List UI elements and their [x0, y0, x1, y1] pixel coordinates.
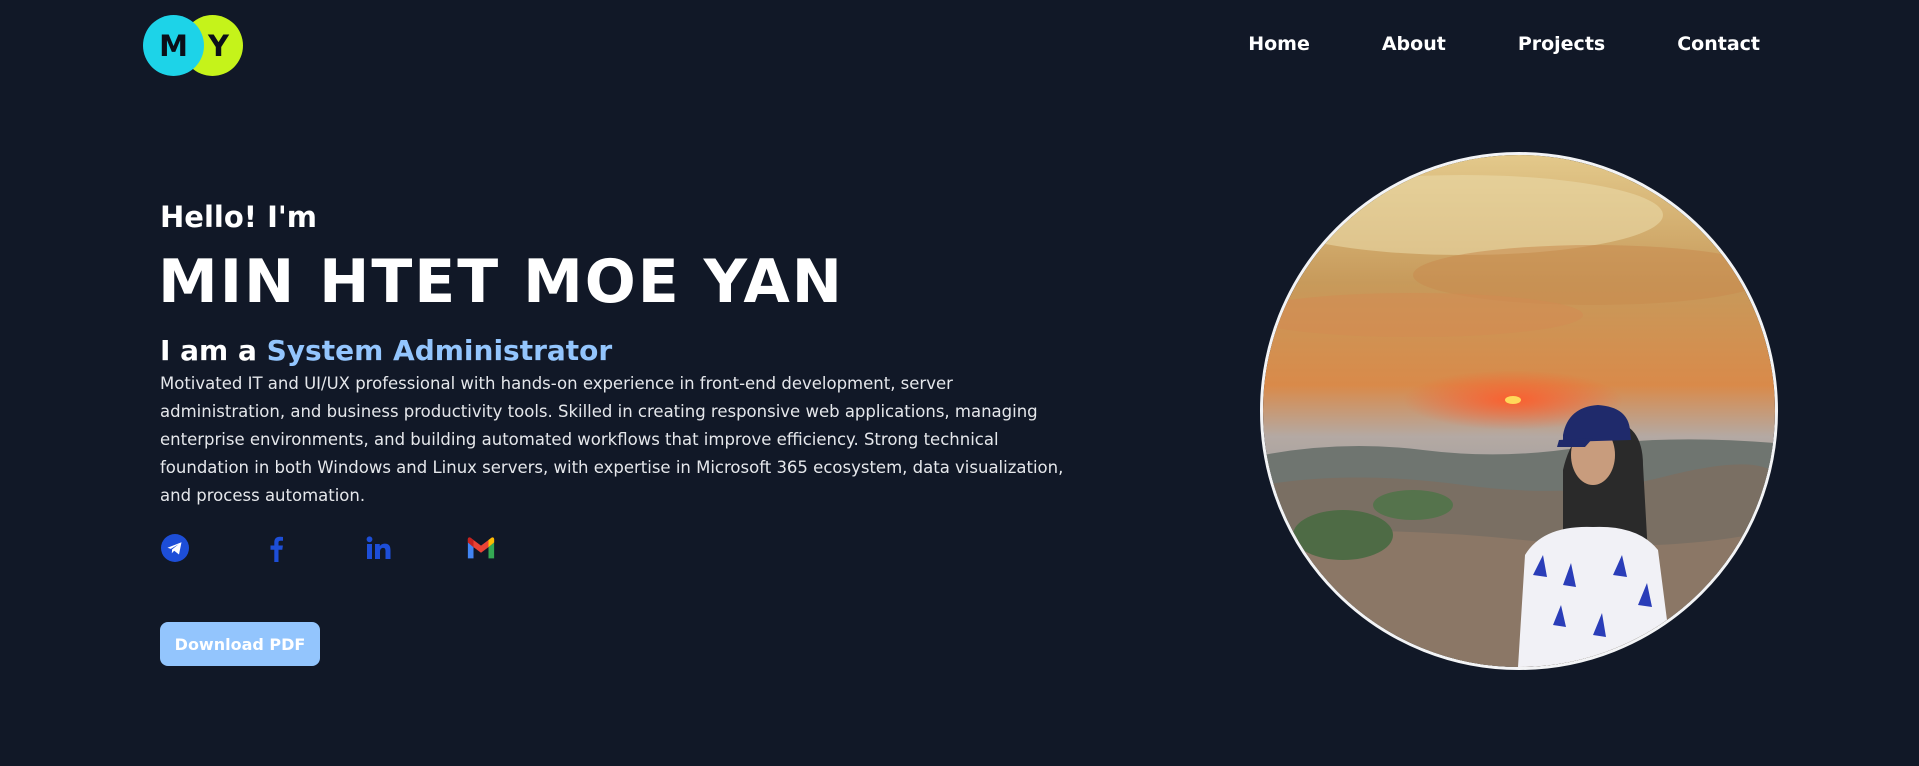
telegram-icon[interactable] — [160, 533, 190, 563]
role-prefix: I am a — [160, 334, 267, 367]
logo-circle-m: M — [143, 15, 204, 76]
hero-role-line: I am a System Administrator — [160, 334, 612, 367]
linkedin-icon[interactable] — [364, 533, 394, 563]
nav-link-about[interactable]: About — [1382, 33, 1446, 55]
site-logo[interactable]: Y M — [143, 15, 243, 77]
profile-photo — [1260, 152, 1778, 670]
main-nav: Home About Projects Contact — [1248, 33, 1760, 55]
gmail-icon[interactable] — [466, 533, 496, 563]
nav-link-contact[interactable]: Contact — [1677, 33, 1760, 55]
download-pdf-button[interactable]: Download PDF — [160, 622, 320, 666]
nav-link-projects[interactable]: Projects — [1518, 33, 1605, 55]
role-title: System Administrator — [266, 334, 613, 367]
hero-name: MIN HTET MOE YAN — [158, 247, 845, 317]
hero-greeting: Hello! I'm — [160, 200, 317, 234]
nav-link-home[interactable]: Home — [1248, 33, 1310, 55]
hero-description: Motivated IT and UI/UX professional with… — [160, 374, 1064, 505]
facebook-icon[interactable] — [262, 533, 292, 563]
social-links — [160, 533, 496, 563]
